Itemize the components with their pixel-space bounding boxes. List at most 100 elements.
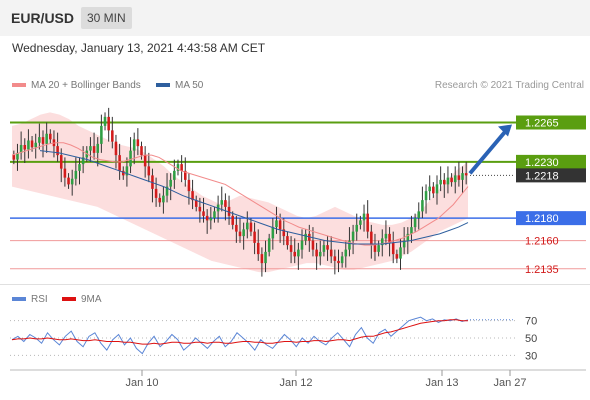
candle-body: [253, 231, 256, 243]
candle-body: [293, 251, 296, 257]
candle-body: [439, 179, 442, 185]
candle-body: [180, 164, 183, 171]
level-1-2218-label: 1.2218: [525, 170, 559, 182]
candle-body: [205, 215, 209, 221]
candle-body: [267, 238, 271, 252]
candle-body: [413, 218, 417, 228]
candle-body: [30, 140, 34, 148]
candle-body: [114, 141, 118, 156]
candle-body: [173, 170, 176, 180]
candle-body: [289, 245, 293, 252]
x-tick-label: Jan 27: [493, 377, 526, 389]
candle-body: [96, 143, 100, 153]
candle-body: [344, 249, 348, 257]
x-tick-label: Jan 13: [425, 377, 458, 389]
candle-body: [246, 222, 249, 230]
candle-body: [311, 240, 315, 250]
candle-body: [359, 220, 362, 225]
rsi-tick-50: 50: [525, 333, 537, 345]
level-1-2230-label: 1.2230: [525, 157, 559, 169]
candle-body: [377, 245, 380, 252]
candle-body: [329, 249, 333, 257]
candle-body: [140, 146, 143, 156]
candle-body: [410, 227, 413, 234]
candle-body: [78, 164, 81, 171]
candle-body: [424, 191, 428, 201]
rsi-line: [11, 316, 469, 355]
candle-body: [187, 179, 191, 192]
candle-body: [446, 177, 450, 185]
candle-body: [213, 211, 216, 219]
candle-body: [318, 251, 322, 257]
candle-body: [154, 188, 158, 198]
candle-body: [286, 236, 289, 246]
candle-body: [271, 227, 275, 239]
candle-body: [417, 211, 421, 219]
candle-body: [129, 150, 132, 167]
price-chart[interactable]: 1.2265 1.22301.2218 1.2180 1.2160 1.2135 30 50…: [0, 0, 590, 400]
candle-body: [464, 173, 468, 176]
candle-body: [56, 146, 59, 156]
candle-body: [450, 177, 453, 183]
candle-body: [103, 116, 107, 126]
candle-body: [373, 245, 377, 252]
candle-body: [220, 200, 224, 205]
candle-body: [340, 256, 344, 264]
candle-body: [278, 220, 282, 230]
level-1-2180-label: 1.2180: [525, 213, 559, 225]
candle-body: [92, 146, 96, 153]
level-1-2135-label: 1.2135: [525, 264, 559, 276]
candle-body: [41, 137, 45, 144]
level-1-2265-label: 1.2265: [525, 118, 559, 130]
candle-body: [100, 125, 103, 144]
candle-body: [384, 233, 388, 239]
candle-body: [355, 224, 359, 232]
candle-body: [59, 155, 63, 169]
candle-body: [111, 130, 114, 142]
candle-body: [256, 242, 260, 255]
candle-body: [162, 195, 165, 203]
candle-body: [264, 251, 267, 264]
candle-body: [169, 179, 172, 187]
candle-body: [147, 166, 151, 176]
rsi-tick-70: 70: [525, 316, 537, 328]
candle-body: [249, 222, 253, 232]
candle-body: [89, 146, 92, 151]
candle-body: [304, 233, 307, 241]
candle-body: [457, 175, 461, 180]
candle-body: [74, 170, 78, 179]
candle-body: [231, 215, 234, 225]
candle-body: [326, 245, 329, 250]
rsi-tick-30: 30: [525, 350, 537, 362]
candle-body: [297, 249, 300, 257]
candle-body: [428, 186, 431, 192]
candle-body: [362, 213, 366, 221]
x-tick-label: Jan 10: [125, 377, 158, 389]
candle-body: [370, 231, 373, 246]
candle-body: [432, 186, 435, 194]
candle-body: [435, 184, 439, 194]
candle-body: [238, 231, 242, 237]
candle-body: [351, 231, 355, 241]
level-1-2160-label: 1.2160: [525, 236, 559, 248]
candle-body: [395, 254, 399, 259]
candle-body: [27, 140, 30, 150]
candle-body: [235, 224, 238, 232]
candle-body: [366, 213, 369, 232]
candle-body: [132, 139, 136, 151]
candle-body: [143, 155, 147, 167]
candle-body: [70, 178, 74, 185]
candle-body: [209, 218, 213, 221]
candle-body: [158, 197, 162, 203]
candle-body: [399, 247, 402, 259]
candle-body: [275, 220, 278, 228]
x-tick-label: Jan 12: [279, 377, 312, 389]
target-arrow-icon: [468, 128, 509, 175]
candle-body: [260, 254, 264, 264]
candle-body: [34, 142, 37, 148]
candle-body: [453, 175, 457, 183]
candle-body: [421, 200, 424, 212]
candle-body: [12, 155, 16, 160]
candle-body: [38, 137, 41, 143]
candle-body: [118, 155, 121, 171]
